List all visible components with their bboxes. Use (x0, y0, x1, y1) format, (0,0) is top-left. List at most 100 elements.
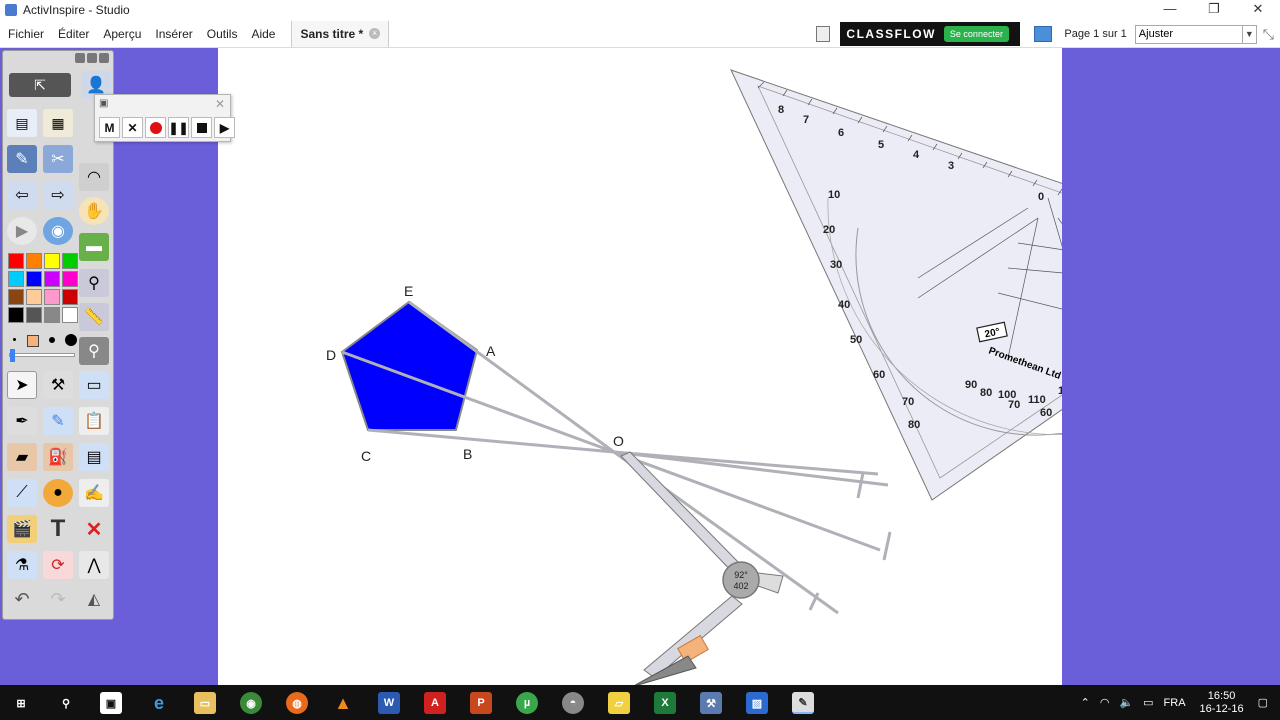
volume-icon[interactable]: 🔈 (1119, 696, 1133, 709)
sticky-notes-icon[interactable]: ▱ (608, 692, 630, 714)
page-navigator-icon[interactable] (1034, 26, 1053, 42)
toolbox-add-icon[interactable] (87, 53, 97, 63)
color-swatch[interactable] (8, 271, 24, 287)
color-swatch[interactable] (44, 271, 60, 287)
wifi-icon[interactable]: ◠ (1100, 696, 1110, 709)
width-slider[interactable] (9, 349, 75, 362)
search-icon[interactable]: ⚲ (55, 692, 77, 714)
handwriting-button[interactable]: ✍ (79, 479, 109, 507)
document-tab[interactable]: Sans titre * × (291, 20, 390, 47)
recorder-cancel-button[interactable]: ✕ (122, 117, 143, 138)
screen-capture-button[interactable]: ▭ (79, 371, 109, 399)
reset-page-button[interactable]: ⚗ (7, 551, 37, 579)
color-swatch[interactable] (62, 307, 78, 323)
chevron-down-icon[interactable]: ▼ (1241, 25, 1256, 43)
menu-aide[interactable]: Aide (245, 27, 281, 41)
move-tool-button[interactable]: ⚒ (43, 371, 73, 399)
pause-button[interactable]: ❚❚ (168, 117, 189, 138)
battery-icon[interactable]: ▭ (1143, 696, 1153, 709)
eraser-button[interactable]: ▰ (7, 443, 37, 471)
color-swatch[interactable] (44, 307, 60, 323)
expand-arrows-icon[interactable]: ⤡ (1263, 26, 1274, 43)
insert-image-button[interactable]: ▬ (79, 233, 109, 261)
spotlight-button[interactable]: ▤ (79, 443, 109, 471)
flipchart-page[interactable]: 20° Promethean Ltd 876 543 012 345 10203… (218, 48, 1280, 689)
select-button[interactable]: ➤ (7, 371, 37, 399)
explorer-icon[interactable]: ▭ (194, 692, 216, 714)
color-swatch[interactable] (62, 271, 78, 287)
vlc-icon[interactable]: ▲ (332, 692, 354, 714)
minimize-button[interactable]: — (1148, 0, 1192, 20)
color-swatch[interactable] (44, 253, 60, 269)
edge-icon[interactable]: e (148, 692, 170, 714)
desktop-tools-button[interactable]: ✂ (43, 145, 73, 173)
ruler-button[interactable]: 📏 (79, 303, 109, 331)
color-swatch[interactable] (8, 253, 24, 269)
page-browser-button[interactable]: ▤ (7, 109, 37, 137)
delete-button[interactable]: ✕ (79, 515, 109, 543)
powerpoint-icon[interactable]: P (470, 692, 492, 714)
menu-editer[interactable]: Éditer (52, 27, 95, 41)
stop-button[interactable] (191, 117, 212, 138)
compass-button[interactable]: ⚲ (79, 269, 109, 297)
color-swatch[interactable] (26, 253, 42, 269)
set-square-button[interactable]: ◭ (79, 585, 109, 613)
restore-button[interactable]: ❐ (1192, 0, 1236, 20)
store-icon[interactable]: ▣ (100, 692, 122, 714)
refresh-button[interactable]: ⟳ (43, 551, 73, 579)
utorrent-icon[interactable]: µ (516, 692, 538, 714)
menu-outils[interactable]: Outils (201, 27, 244, 41)
redo-button[interactable]: ↷ (43, 585, 73, 613)
annotation-button[interactable]: ✎ (7, 145, 37, 173)
record-button[interactable] (145, 117, 166, 138)
recorder-menu-button[interactable]: M (99, 117, 120, 138)
color-swatch[interactable] (8, 307, 24, 323)
clipboard-button[interactable]: 📋 (79, 407, 109, 435)
color-swatch[interactable] (62, 253, 78, 269)
magic-ink-button[interactable]: ✋ (79, 197, 109, 225)
undo-button[interactable]: ↶ (7, 585, 37, 613)
pen-button[interactable]: ✒ (7, 407, 37, 435)
chrome-icon[interactable]: ◉ (240, 692, 262, 714)
menu-fichier[interactable]: Fichier (2, 27, 50, 41)
notification-icon[interactable]: ▢ (1258, 696, 1268, 709)
toolbox-pin-icon[interactable] (75, 53, 85, 63)
connector-button[interactable]: ⟋ (7, 479, 37, 507)
excel-icon[interactable]: X (654, 692, 676, 714)
zoom-select[interactable]: Ajuster ▼ (1134, 24, 1257, 44)
pentagon[interactable] (340, 300, 479, 431)
play-button[interactable]: ▶ (7, 217, 37, 245)
magnifier-button[interactable]: ⚲ (79, 337, 109, 365)
highlighter-button[interactable]: ✎ (43, 407, 73, 435)
color-swatch[interactable] (26, 271, 42, 287)
shape-button[interactable]: ● (43, 479, 73, 507)
language-indicator[interactable]: FRA (1164, 697, 1186, 709)
compass-tool[interactable]: 92° 402 (620, 451, 784, 689)
recorder-close-icon[interactable]: ✕ (215, 97, 225, 111)
color-swatch[interactable] (26, 289, 42, 305)
web-browser-button[interactable]: ◉ (43, 217, 73, 245)
acrobat-icon[interactable]: A (424, 692, 446, 714)
close-button[interactable]: ✕ (1236, 0, 1280, 20)
menu-apercu[interactable]: Aperçu (97, 27, 147, 41)
switch-profile-button[interactable]: ⇱ (9, 73, 71, 97)
playback-button[interactable]: ▶ (214, 117, 235, 138)
clock[interactable]: 16:50 16-12-16 (1200, 690, 1244, 716)
menu-inserer[interactable]: Insérer (149, 27, 198, 41)
word-icon[interactable]: W (378, 692, 400, 714)
fill-button[interactable]: ⛽ (43, 443, 73, 471)
app-tools-icon[interactable]: ⚒ (700, 692, 722, 714)
compass-tool-button[interactable]: ⋀ (79, 551, 109, 579)
next-page-button[interactable]: ⇨ (43, 181, 73, 209)
page-browser-icon[interactable] (816, 26, 831, 42)
connect-button[interactable]: Se connecter (943, 26, 1009, 42)
color-swatch[interactable] (44, 289, 60, 305)
toolbox-close-icon[interactable] (99, 53, 109, 63)
color-swatch[interactable] (26, 307, 42, 323)
activinspire-icon[interactable]: ✎ (792, 692, 814, 714)
close-tab-icon[interactable]: × (369, 28, 381, 39)
chevron-up-icon[interactable]: ⌃ (1081, 696, 1090, 709)
firefox-icon[interactable]: ◍ (286, 692, 308, 714)
set-square-protractor[interactable]: 20° Promethean Ltd 876 543 012 345 10203… (730, 69, 1280, 501)
color-swatch[interactable] (8, 289, 24, 305)
